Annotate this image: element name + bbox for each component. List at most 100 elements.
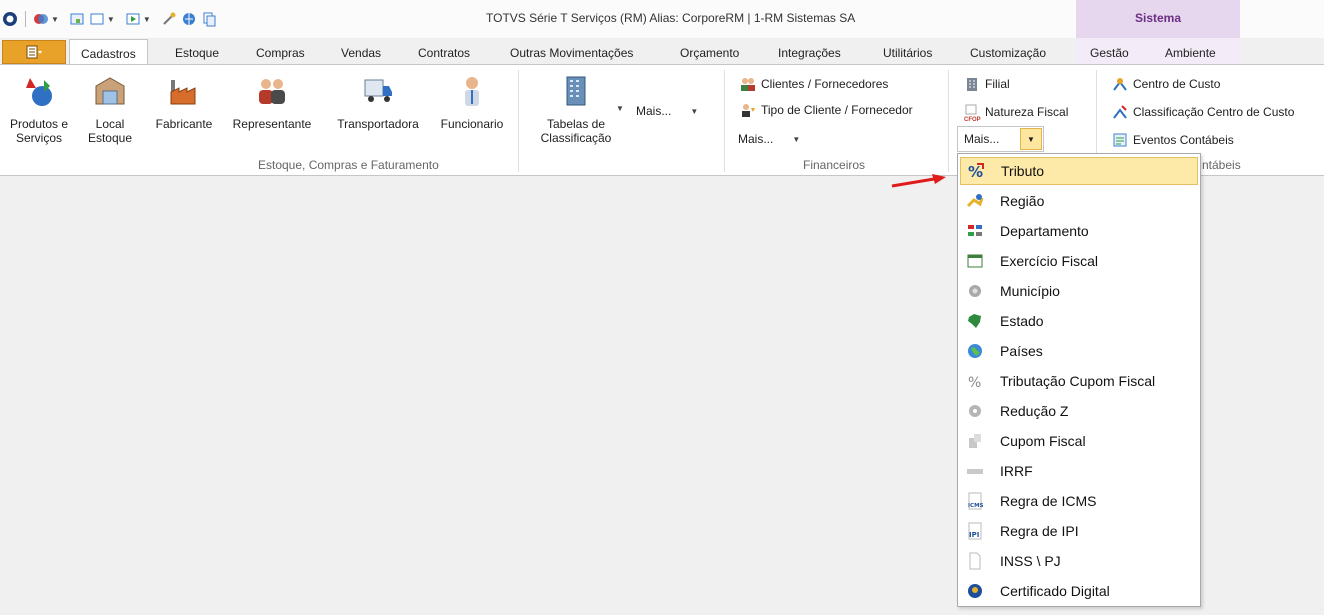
tabelas-dropdown-icon[interactable]: ▼ (616, 104, 624, 113)
menu-item-cupom-fiscal[interactable]: Cupom Fiscal (960, 427, 1198, 455)
tab-compras[interactable]: Compras (256, 46, 305, 60)
tools-icon[interactable] (161, 11, 177, 27)
group3-mais-dropdown-icon[interactable]: ▼ (1020, 128, 1042, 150)
percent-icon: % (968, 163, 984, 180)
factory-icon (170, 80, 196, 105)
menu-item-regra-ipi[interactable]: IPI Regra de IPI (960, 517, 1198, 545)
menu-item-label: Região (1000, 193, 1045, 209)
quick-access-toolbar: ▼ ▼ ▼ (0, 8, 217, 30)
branch-icon (967, 78, 977, 91)
fabricante-button[interactable]: Fabricante (146, 74, 222, 131)
menu-item-label: Departamento (1000, 223, 1089, 239)
menu-item-municipio[interactable]: Município (960, 277, 1198, 305)
tab-estoque[interactable]: Estoque (175, 46, 219, 60)
gear-gray-icon (969, 405, 981, 417)
funcionario-label: Funcionario (440, 117, 504, 131)
menu-item-label: Tributação Cupom Fiscal (1000, 373, 1156, 389)
tab-orcamento[interactable]: Orçamento (680, 46, 739, 60)
building-icon (566, 76, 586, 106)
centro-custo-button[interactable]: Centro de Custo (1112, 76, 1220, 92)
tab-contratos[interactable]: Contratos (418, 46, 470, 60)
ribbon-separator (948, 70, 949, 172)
client-type-icon (742, 104, 755, 117)
menu-item-label: Tributo (1001, 163, 1045, 179)
menu-item-label: Redução Z (1000, 403, 1069, 419)
classificacao-centro-custo-button[interactable]: Classificação Centro de Custo (1112, 104, 1294, 120)
context-tab-header: Sistema (1076, 0, 1240, 38)
menu-item-reducao-z[interactable]: Redução Z (960, 397, 1198, 425)
forward-dropdown-icon[interactable]: ▼ (143, 15, 151, 24)
icms-badge: ICMS (968, 503, 984, 509)
tab-utilitarios[interactable]: Utilitários (883, 46, 932, 60)
group3-mais-combo[interactable]: Mais... ▼ (957, 126, 1044, 152)
region-icon (966, 194, 984, 208)
tab-vendas[interactable]: Vendas (341, 46, 381, 60)
tab-outras-movimentacoes[interactable]: Outras Movimentações (510, 46, 633, 60)
eventos-label: Eventos Contábeis (1133, 133, 1234, 147)
tipo-cliente-button[interactable]: Tipo de Cliente / Fornecedor (740, 102, 913, 118)
map-icon (968, 314, 981, 328)
window-icon[interactable] (69, 11, 85, 27)
produtos-servicos-button[interactable]: Produtos e Serviços (4, 74, 74, 145)
file-menu-button[interactable] (2, 40, 66, 64)
red-arrow-icon (891, 174, 946, 188)
group2-label: Financeiros (803, 158, 866, 172)
ribbon-separator (518, 70, 519, 172)
menu-item-regiao[interactable]: Região (960, 187, 1198, 215)
layout-icon[interactable] (89, 11, 105, 27)
menu-item-paises[interactable]: Países (960, 337, 1198, 365)
menu-item-tributacao-cupom-fiscal[interactable]: % Tributação Cupom Fiscal (960, 367, 1198, 395)
tab-integracoes[interactable]: Integrações (778, 46, 841, 60)
filial-button[interactable]: Filial (964, 76, 1010, 92)
menu-item-irrf[interactable]: IRRF (960, 457, 1198, 485)
tab-customizacao[interactable]: Customização (970, 46, 1046, 60)
document-icon (969, 552, 981, 570)
events-icon (1113, 133, 1127, 147)
truck-icon (364, 79, 392, 102)
layout-dropdown-icon[interactable]: ▼ (107, 15, 115, 24)
menu-item-regra-icms[interactable]: ICMS Regra de ICMS (960, 487, 1198, 515)
menu-item-estado[interactable]: Estado (960, 307, 1198, 335)
group2-mais-button[interactable]: Mais... ▼ (738, 132, 800, 146)
svg-text:%: % (968, 375, 981, 390)
eventos-contabeis-button[interactable]: Eventos Contábeis (1112, 132, 1234, 148)
produtos-label: Produtos e Serviços (9, 117, 69, 145)
group1-mais-button[interactable]: Mais... ▼ (636, 104, 698, 118)
connection-icon[interactable] (33, 11, 49, 27)
employee-icon (465, 77, 479, 106)
representante-button[interactable]: Representante (224, 74, 320, 131)
transportadora-button[interactable]: Transportadora (326, 74, 430, 131)
clientes-fornecedores-button[interactable]: Clientes / Fornecedores (740, 76, 888, 92)
menu-item-tributo[interactable]: % Tributo (960, 157, 1198, 185)
tab-ambiente[interactable]: Ambiente (1165, 46, 1216, 60)
funcionario-button[interactable]: Funcionario (434, 74, 510, 131)
menu-item-label: Exercício Fiscal (1000, 253, 1099, 269)
menu-item-certificado-digital[interactable]: Certificado Digital (960, 577, 1198, 605)
local-estoque-button[interactable]: Local Estoque (82, 74, 138, 145)
percent-gray-icon: % (968, 375, 981, 390)
warehouse-icon (95, 77, 125, 105)
menu-item-label: Certificado Digital (1000, 583, 1110, 599)
menu-item-departamento[interactable]: Departamento (960, 217, 1198, 245)
classificacao-label: Classificação Centro de Custo (1133, 105, 1295, 119)
tab-cadastros[interactable]: Cadastros (69, 39, 148, 65)
connection-dropdown-icon[interactable]: ▼ (51, 15, 59, 24)
ribbon-separator (724, 70, 725, 172)
menu-item-label: Município (1000, 283, 1060, 299)
web-icon[interactable] (181, 11, 197, 27)
department-icon (968, 225, 982, 236)
clientes-label: Clientes / Fornecedores (761, 77, 889, 91)
group2-mais-label: Mais... (738, 132, 774, 146)
menu-item-label: IRRF (1000, 463, 1033, 479)
menu-item-exercicio-fiscal[interactable]: Exercício Fiscal (960, 247, 1198, 275)
menu-item-inss-pj[interactable]: INSS \ PJ (960, 547, 1198, 575)
mais-dropdown-menu: % Tributo Região Departamento Exercício … (957, 153, 1201, 607)
tab-gestao[interactable]: Gestão (1090, 46, 1129, 60)
receipt-icon (969, 434, 981, 448)
certificate-icon (968, 584, 982, 598)
centro-custo-label: Centro de Custo (1133, 77, 1221, 91)
app-orb-icon[interactable] (2, 11, 18, 27)
copy-icon[interactable] (201, 11, 217, 27)
forward-icon[interactable] (125, 11, 141, 27)
tabelas-classificacao-button[interactable]: Tabelas de Classificação (528, 74, 624, 145)
